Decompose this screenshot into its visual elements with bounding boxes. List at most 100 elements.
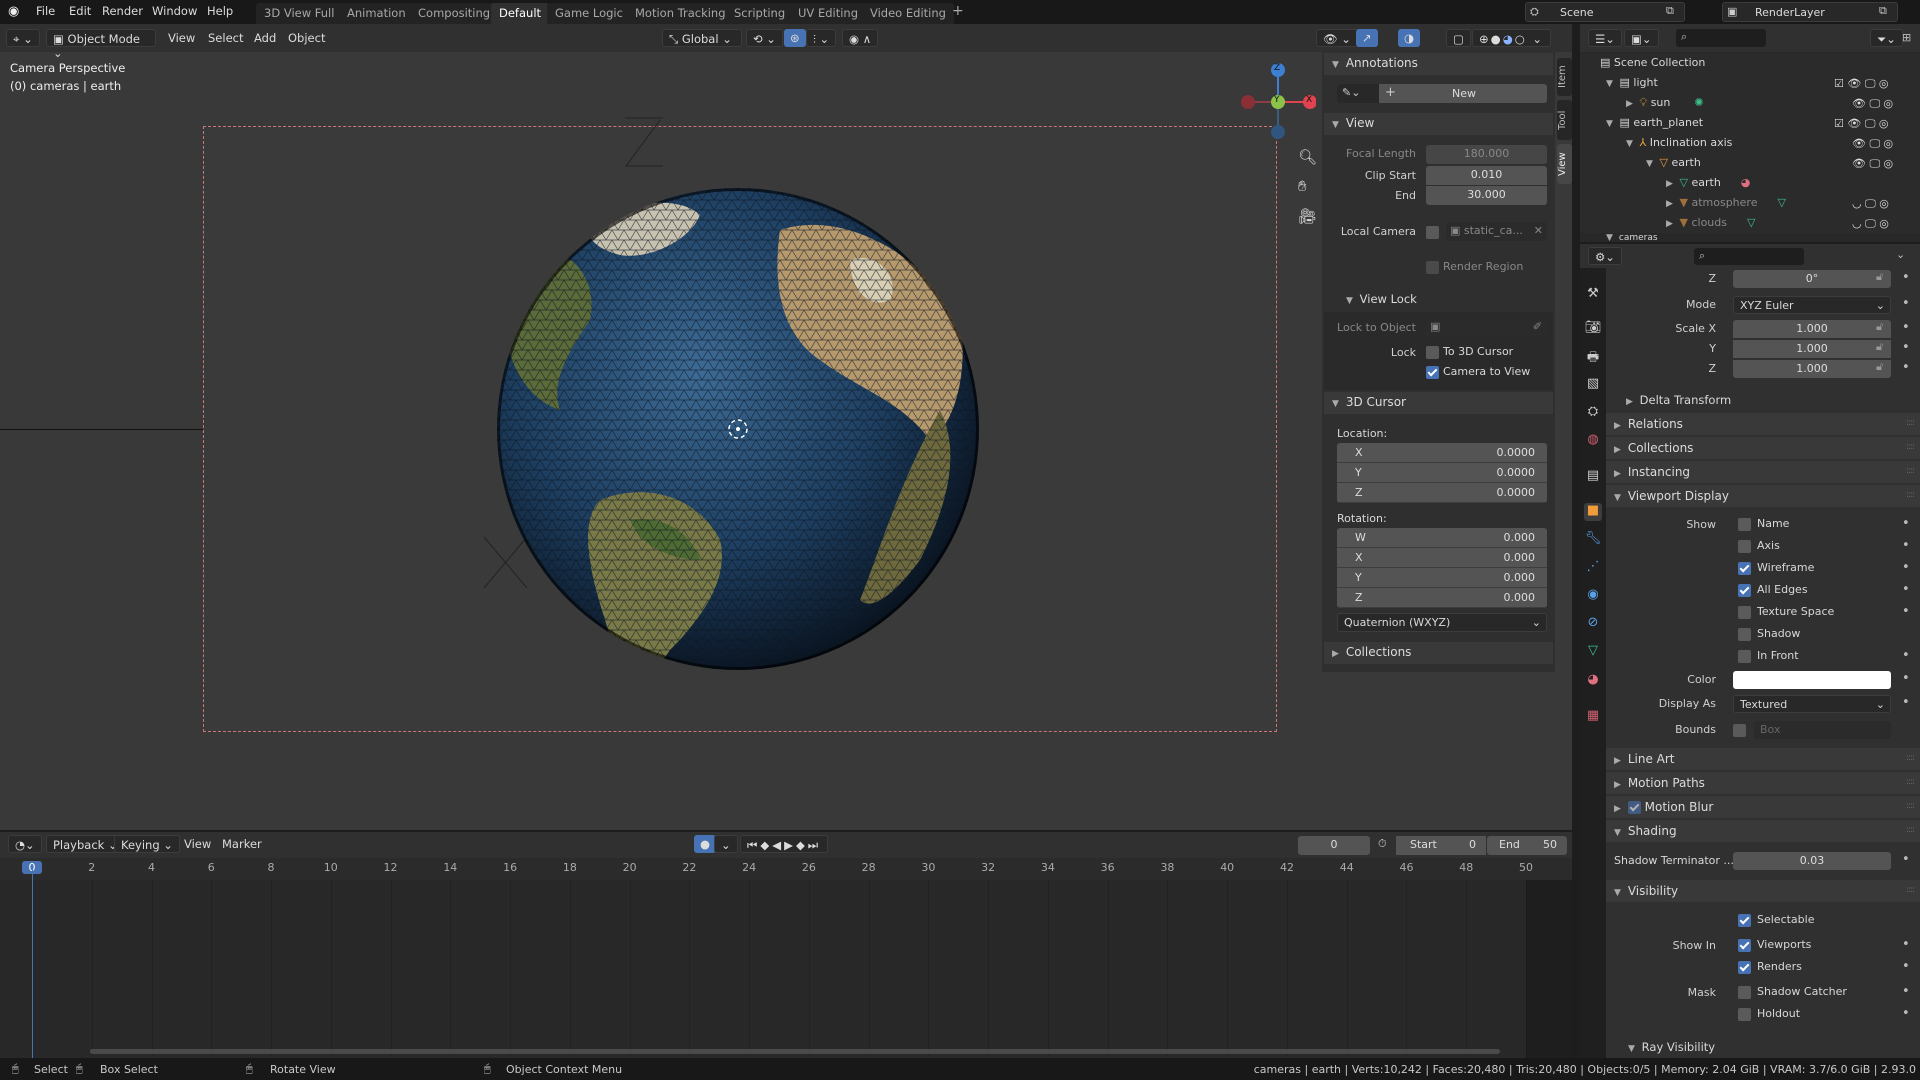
end-frame-field[interactable]: End 50 (1487, 836, 1567, 855)
render-tab-icon[interactable]: 📷︎ (1584, 320, 1602, 338)
particles-tab-icon[interactable]: ⋰ (1584, 559, 1602, 577)
keyframe-dot-icon[interactable]: • (1902, 360, 1910, 375)
timeline-scrollbar[interactable] (90, 1049, 1500, 1054)
cursor-rotation-w[interactable]: W 0.000 (1337, 528, 1547, 548)
selectable-checkbox[interactable]: Selectable (1738, 913, 1814, 927)
tab-item[interactable]: Item (1557, 58, 1572, 96)
delta-transform-header[interactable]: ▶ Delta Transform (1626, 393, 1731, 407)
prev-keyframe-icon[interactable]: ◆ (760, 838, 772, 852)
focal-length-field[interactable]: 180.000 (1426, 145, 1547, 164)
show-wireframe-checkbox[interactable]: Wireframe (1738, 561, 1814, 575)
visibility-toggles[interactable]: ◡ 🖵 ◎ (1834, 194, 1920, 214)
menu-playback[interactable]: Playback ⌄ (46, 835, 125, 853)
motion-blur-checkbox[interactable] (1627, 801, 1641, 814)
menu-timeline-view[interactable]: View (178, 835, 217, 853)
show-shadow-checkbox[interactable]: Shadow (1738, 627, 1800, 641)
copy-layer-icon[interactable]: ⧉ (1879, 4, 1887, 18)
local-camera-checkbox[interactable] (1426, 225, 1439, 239)
auto-keying-toggle[interactable]: ● (694, 835, 717, 853)
cursor-rotation-z[interactable]: Z 0.000 (1337, 588, 1547, 608)
cursor-rotation-y[interactable]: Y 0.000 (1337, 568, 1547, 588)
camera-to-view-toggle[interactable]: Camera to View (1426, 365, 1530, 379)
modifier-tab-icon[interactable]: 🔧︎ (1584, 531, 1602, 549)
scale-x-field[interactable]: 1.000 (1733, 320, 1891, 338)
collections-panel-header[interactable]: ▶ Collections (1324, 642, 1553, 664)
visibility-toggles[interactable]: 👁︎ 🖵 ◎ (1834, 94, 1920, 114)
bounds-checkbox[interactable] (1733, 723, 1746, 737)
output-tab-icon[interactable]: 🖶 (1584, 348, 1602, 366)
playback-controls[interactable]: ⏮◆◀▶◆⏭ (740, 835, 829, 853)
collections-header[interactable]: ▶ Collections:::: (1606, 437, 1920, 459)
camera-view-icon[interactable]: 🎥︎ (1298, 207, 1317, 225)
lock-icon[interactable]: 🔓︎ (1876, 320, 1883, 334)
properties-editor-type[interactable]: ⚙⌄ (1588, 247, 1622, 265)
keyframe-dot-icon[interactable]: • (1902, 340, 1910, 355)
pan-view-icon[interactable]: ✋︎ (1298, 177, 1307, 195)
viewports-checkbox[interactable]: Viewports (1738, 938, 1811, 952)
rotation-mode-dropdown[interactable]: XYZ Euler ⌄ (1733, 296, 1891, 314)
shadow-terminator-field[interactable]: 0.03 (1733, 852, 1891, 870)
visibility-toggles[interactable]: 👁︎ 🖵 ◎ (1834, 134, 1920, 154)
shading-header[interactable]: ▼ Shading:::: (1606, 820, 1920, 842)
clip-end-field[interactable]: 30.000 (1426, 186, 1547, 205)
view-layer-tab-icon[interactable]: ▧ (1584, 376, 1602, 394)
visibility-toggles[interactable]: ☑ 👁︎ 🖵 ◎ (1834, 114, 1920, 134)
scale-y-field[interactable]: 1.000 (1733, 340, 1891, 358)
outliner-search-input[interactable]: ⌕ (1676, 29, 1766, 47)
lock-to-object-field[interactable]: ▣ ✐ (1426, 318, 1547, 337)
drag-handle-icon[interactable]: :::: (1906, 442, 1915, 452)
clear-icon[interactable]: ✕ (1534, 224, 1543, 237)
rotation-z-field[interactable]: 0° (1733, 270, 1891, 288)
new-collection-icon[interactable]: ⊞ (1902, 31, 1911, 44)
annotation-placement-icon[interactable]: ✎⌄ (1337, 84, 1379, 103)
tab-tool[interactable]: Tool (1557, 100, 1572, 140)
show-texture-space-checkbox[interactable]: Texture Space (1738, 605, 1834, 619)
filter-dropdown[interactable]: ⏷⌄ (1870, 29, 1903, 47)
relations-header[interactable]: ▶ Relations:::: (1606, 413, 1920, 435)
keyframe-dot-icon[interactable]: • (1902, 296, 1910, 311)
tool-tab-icon[interactable]: ⚒ (1584, 286, 1602, 304)
cursor-location-x[interactable]: X 0.0000 (1337, 443, 1547, 463)
motion-paths-header[interactable]: ▶ Motion Paths:::: (1606, 772, 1920, 794)
timeline-editor-type[interactable]: ◔⌄ (8, 835, 42, 853)
lock-icon[interactable]: 🔓︎ (1876, 340, 1883, 354)
lock-icon[interactable]: 🔓︎ (1876, 270, 1883, 284)
display-as-dropdown[interactable]: Textured ⌄ (1733, 695, 1891, 713)
line-art-header[interactable]: ▶ Line Art:::: (1606, 748, 1920, 770)
local-camera-field[interactable]: ▣ static_ca... ✕ (1446, 222, 1547, 241)
constraints-tab-icon[interactable]: ⊘ (1584, 615, 1602, 633)
scene-tab-icon[interactable]: ⛭ (1584, 404, 1602, 422)
drag-handle-icon[interactable]: :::: (1906, 466, 1915, 476)
bounds-dropdown[interactable]: Box (1754, 721, 1891, 739)
collection-tab-icon[interactable]: ▤ (1584, 468, 1602, 486)
view-panel-header[interactable]: ▼ View (1324, 113, 1553, 135)
navigation-gizmo[interactable]: Z X Y (1240, 60, 1317, 140)
start-frame-field[interactable]: Start 0 (1396, 836, 1486, 855)
preview-range-icon[interactable]: ⏱ (1378, 837, 1387, 851)
keyframe-dot-icon[interactable]: • (1902, 320, 1910, 335)
timeline-body[interactable] (0, 880, 1572, 1058)
render-region-checkbox[interactable] (1426, 260, 1439, 274)
play-reverse-icon[interactable]: ◀ (772, 838, 784, 852)
visibility-toggles[interactable]: ◡ 🖵 ◎ (1834, 214, 1920, 234)
show-all-edges-checkbox[interactable]: All Edges (1738, 583, 1808, 597)
outliner-restriction-toggles[interactable]: ☑ 👁︎ 🖵 ◎ 👁︎ 🖵 ◎ ☑ 👁︎ 🖵 ◎ 👁︎ 🖵 ◎ 👁︎ 🖵 ◎ ◡… (1834, 74, 1920, 234)
drag-handle-icon[interactable]: :::: (1906, 418, 1915, 428)
annotations-header[interactable]: ▼ Annotations (1324, 53, 1553, 75)
exclude-visibility-render-toggles[interactable]: ☑ 👁︎ 🖵 ◎ (1834, 74, 1920, 94)
show-name-checkbox[interactable]: Name (1738, 517, 1789, 531)
current-frame-field[interactable]: 0 (1298, 836, 1370, 855)
cursor-rotation-x[interactable]: X 0.000 (1337, 548, 1547, 568)
motion-blur-header[interactable]: ▶ Motion Blur:::: (1606, 796, 1920, 818)
render-region-toggle[interactable]: Render Region (1426, 260, 1523, 274)
options-chevron-icon[interactable]: ⌄ (1896, 248, 1905, 261)
visibility-header[interactable]: ▼ Visibility:::: (1606, 880, 1920, 902)
cursor-location-y[interactable]: Y 0.0000 (1337, 463, 1547, 483)
render-layer-selector[interactable]: ▣ RenderLayer ⧉ (1722, 2, 1898, 22)
ray-visibility-header[interactable]: ▼ Ray Visibility (1628, 1040, 1715, 1054)
material-tab-icon[interactable]: ◕ (1584, 672, 1602, 690)
holdout-checkbox[interactable]: Holdout (1738, 1007, 1800, 1021)
cursor-location-z[interactable]: Z 0.0000 (1337, 483, 1547, 503)
next-keyframe-icon[interactable]: ◆ (796, 838, 808, 852)
menu-keying[interactable]: Keying ⌄ (114, 835, 180, 853)
